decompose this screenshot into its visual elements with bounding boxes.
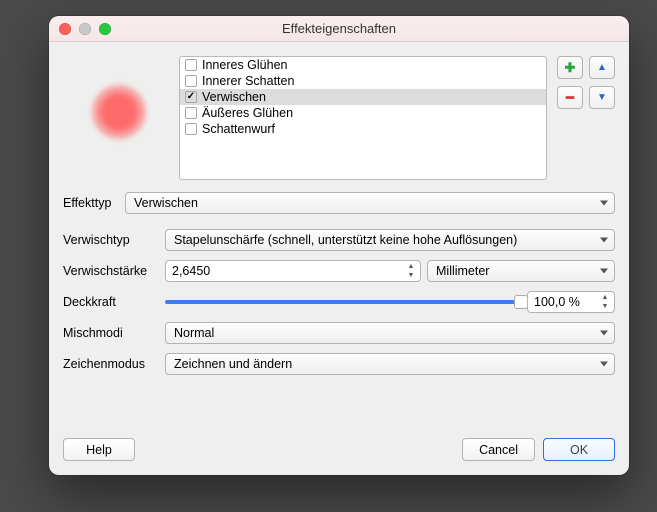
zeichenmodus-value: Zeichnen und ändern — [174, 357, 292, 371]
effekttyp-value: Verwischen — [134, 196, 198, 210]
effect-side-buttons: ✚ ▲ ━ ▼ — [557, 56, 615, 109]
close-icon[interactable] — [59, 23, 71, 35]
traffic-lights — [59, 23, 111, 35]
slider-thumb[interactable] — [514, 295, 528, 309]
spin-down-icon[interactable]: ▼ — [598, 302, 612, 311]
preview-blob — [91, 84, 147, 140]
verwischstaerke-field[interactable] — [172, 264, 400, 278]
zeichenmodus-select[interactable]: Zeichnen und ändern — [165, 353, 615, 375]
effect-checkbox[interactable] — [185, 59, 197, 71]
label-verwischtyp: Verwischtyp — [63, 233, 165, 247]
effect-checkbox[interactable] — [185, 75, 197, 87]
triangle-up-icon: ▲ — [597, 62, 607, 73]
label-effekttyp: Effekttyp — [63, 196, 125, 210]
effect-label: Schattenwurf — [202, 122, 275, 136]
label-verwischstaerke: Verwischstärke — [63, 264, 165, 278]
effect-row[interactable]: Schattenwurf — [180, 121, 546, 137]
zoom-icon[interactable] — [99, 23, 111, 35]
effect-row[interactable]: Innerer Schatten — [180, 73, 546, 89]
effekttyp-select[interactable]: Verwischen — [125, 192, 615, 214]
effect-row[interactable]: Verwischen — [180, 89, 546, 105]
spin-up-icon[interactable]: ▲ — [404, 262, 418, 271]
verwischstaerke-input[interactable]: ▲ ▼ — [165, 260, 421, 282]
spin-up-icon[interactable]: ▲ — [598, 293, 612, 302]
effect-checkbox[interactable] — [185, 123, 197, 135]
deckkraft-slider[interactable] — [165, 300, 521, 304]
add-effect-button[interactable]: ✚ — [557, 56, 583, 79]
ok-button[interactable]: OK — [543, 438, 615, 461]
mischmodi-value: Normal — [174, 326, 214, 340]
effect-label: Äußeres Glühen — [202, 106, 293, 120]
minus-icon: ━ — [566, 90, 574, 106]
effect-label: Inneres Glühen — [202, 58, 287, 72]
cancel-button[interactable]: Cancel — [462, 438, 535, 461]
effect-label: Innerer Schatten — [202, 74, 294, 88]
effect-list[interactable]: Inneres Glühen Innerer Schatten Verwischen… — [179, 56, 547, 180]
effect-checkbox[interactable] — [185, 107, 197, 119]
minimize-icon — [79, 23, 91, 35]
verwischtyp-value: Stapelunschärfe (schnell, unterstützt ke… — [174, 233, 517, 247]
verwischtyp-select[interactable]: Stapelunschärfe (schnell, unterstützt ke… — [165, 229, 615, 251]
deckkraft-field[interactable] — [534, 295, 594, 309]
label-deckkraft: Deckkraft — [63, 295, 165, 309]
verwischstaerke-unit-value: Millimeter — [436, 264, 489, 278]
effect-preview — [63, 56, 175, 168]
effect-row[interactable]: Inneres Glühen — [180, 57, 546, 73]
window-title: Effekteigenschaften — [282, 21, 396, 36]
dialog-window: Effekteigenschaften Inneres GlühenInnere… — [49, 16, 629, 475]
effect-row[interactable]: Äußeres Glühen — [180, 105, 546, 121]
effect-label: Verwischen — [202, 90, 266, 104]
remove-effect-button[interactable]: ━ — [557, 86, 583, 109]
label-zeichenmodus: Zeichenmodus — [63, 357, 165, 371]
plus-icon: ✚ — [565, 60, 576, 76]
move-up-button[interactable]: ▲ — [589, 56, 615, 79]
effect-checkbox[interactable] — [185, 91, 197, 103]
triangle-down-icon: ▼ — [597, 92, 607, 103]
mischmodi-select[interactable]: Normal — [165, 322, 615, 344]
move-down-button[interactable]: ▼ — [589, 86, 615, 109]
titlebar: Effekteigenschaften — [49, 16, 629, 42]
verwischstaerke-unit-select[interactable]: Millimeter — [427, 260, 615, 282]
spin-down-icon[interactable]: ▼ — [404, 271, 418, 280]
deckkraft-input[interactable]: ▲ ▼ — [527, 291, 615, 313]
help-button[interactable]: Help — [63, 438, 135, 461]
label-mischmodi: Mischmodi — [63, 326, 165, 340]
